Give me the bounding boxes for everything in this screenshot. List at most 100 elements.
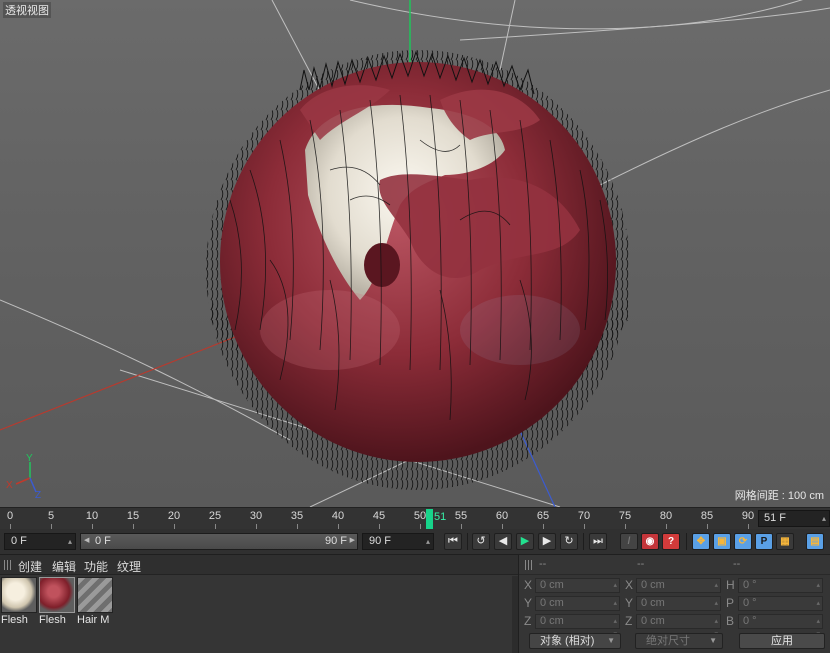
playhead-frame-label: 51 xyxy=(434,511,447,523)
size-header: -- xyxy=(637,558,645,570)
scale-key-button[interactable]: ▣ xyxy=(713,533,731,550)
size-z-field[interactable]: 0 cm▴▾ xyxy=(636,614,721,638)
material-menubar: 创建 编辑 功能 纹理 xyxy=(0,555,518,575)
rot-p-value: 0 ° xyxy=(743,597,757,609)
range-fill xyxy=(81,534,357,549)
pos-x-field[interactable]: 0 cm▴▾ xyxy=(535,578,620,602)
material-name: Hair M xyxy=(77,614,110,626)
rot-b-value: 0 ° xyxy=(743,615,757,627)
rot-b-field[interactable]: 0 °▴▾ xyxy=(738,614,823,638)
timeline-tick-label: 25 xyxy=(208,510,222,522)
axis-gizmo: Y X Z xyxy=(6,453,41,501)
rot-p-label: P xyxy=(726,596,735,610)
timeline-playhead[interactable] xyxy=(426,509,433,529)
pos-z-label: Z xyxy=(524,614,532,628)
rot-h-field[interactable]: 0 °▴▾ xyxy=(738,578,823,602)
range-left-handle-icon[interactable]: ◀ xyxy=(84,536,89,544)
pos-y-value: 0 cm xyxy=(540,597,564,609)
size-x-field[interactable]: 0 cm▴▾ xyxy=(636,578,721,602)
end-frame-value: 90 F xyxy=(369,535,392,547)
size-y-value: 0 cm xyxy=(641,597,665,609)
gizmo-y-label: Y xyxy=(26,453,33,464)
timeline-tick-label: 40 xyxy=(331,510,345,522)
rot-p-field[interactable]: 0 °▴▾ xyxy=(738,596,823,620)
pos-z-value: 0 cm xyxy=(540,615,564,627)
range-end-label: 90 F xyxy=(324,535,347,547)
separator xyxy=(467,533,468,550)
start-frame-value: 0 F xyxy=(11,535,27,547)
separator xyxy=(686,533,687,550)
timeline-tick-label: 5 xyxy=(47,510,55,522)
coord-row-1: X 0 cm▴▾ X 0 cm▴▾ H 0 °▴▾ xyxy=(519,577,830,602)
material-flesh-ivory[interactable]: Flesh xyxy=(1,577,37,626)
size-x-value: 0 cm xyxy=(641,579,665,591)
timeline-tick-label: 35 xyxy=(290,510,304,522)
go-to-end-button[interactable]: ⏭ xyxy=(589,533,607,550)
range-right-handle-icon[interactable]: ▶ xyxy=(350,536,355,544)
end-frame-field[interactable]: 90 F ▴▾ xyxy=(362,533,434,561)
timeline-tick-label: 60 xyxy=(495,510,509,522)
size-y-field[interactable]: 0 cm▴▾ xyxy=(636,596,721,620)
timeline-tick-label: 10 xyxy=(85,510,99,522)
material-swatch xyxy=(1,577,37,613)
coordinate-header: -- -- -- xyxy=(519,555,830,575)
coordinate-mode-value: 对象 (相对) xyxy=(540,635,595,647)
viewport-title: 透视视图 xyxy=(3,2,51,18)
previous-key-button[interactable]: ↺ xyxy=(472,533,490,550)
size-y-label: Y xyxy=(625,596,634,610)
size-mode-select[interactable]: 绝对尺寸 ▼ xyxy=(635,633,723,649)
position-header: -- xyxy=(539,558,547,570)
material-hair[interactable]: Hair M xyxy=(77,577,113,626)
chevron-down-icon: ▼ xyxy=(607,636,615,645)
next-key-button[interactable]: ↻ xyxy=(560,533,578,550)
rot-b-label: B xyxy=(726,614,735,628)
panel-grip-icon[interactable] xyxy=(4,560,12,570)
timeline-tick-label: 30 xyxy=(249,510,263,522)
perspective-viewport[interactable]: Y X Z 透视视图 网格间距 : 100 cm xyxy=(0,0,830,507)
point-level-button[interactable]: ▦ xyxy=(776,533,794,550)
panel-grip-icon[interactable] xyxy=(525,560,533,570)
next-frame-button[interactable]: ▶ xyxy=(538,533,556,550)
material-flesh-red[interactable]: Flesh xyxy=(39,577,75,626)
move-key-button[interactable]: ✥ xyxy=(692,533,710,550)
preview-range-slider[interactable]: ◀ 0 F 90 F ▶ xyxy=(80,533,358,550)
viewport-scene: Y X Z xyxy=(0,0,830,507)
coord-row-3: Z 0 cm▴▾ Z 0 cm▴▾ B 0 °▴▾ xyxy=(519,613,830,638)
material-swatch xyxy=(77,577,113,613)
menu-edit[interactable]: 编辑 xyxy=(52,558,76,575)
material-swatch xyxy=(39,577,75,613)
timeline-tick-label: 75 xyxy=(618,510,632,522)
menu-create[interactable]: 创建 xyxy=(18,558,42,575)
record-active-objects-button[interactable]: ◉ xyxy=(641,533,659,550)
pos-z-field[interactable]: 0 cm▴▾ xyxy=(535,614,620,638)
parameter-key-button[interactable]: P xyxy=(755,533,773,550)
current-frame-field[interactable]: 51 F ▴▾ xyxy=(758,510,830,538)
play-button[interactable]: ▶ xyxy=(516,533,534,550)
grid-spacing-label: 网格间距 : 100 cm xyxy=(734,490,824,502)
timeline-tick-label: 20 xyxy=(167,510,181,522)
previous-frame-button[interactable]: ◀ xyxy=(494,533,512,550)
rotate-key-button[interactable]: ⟳ xyxy=(734,533,752,550)
autokey-button[interactable]: ? xyxy=(662,533,680,550)
keyframe-disabled-button[interactable]: / xyxy=(620,533,638,550)
menu-texture[interactable]: 纹理 xyxy=(117,558,141,575)
chevron-down-icon: ▼ xyxy=(709,636,717,645)
apply-button[interactable]: 应用 xyxy=(739,633,825,649)
material-manager: 创建 编辑 功能 纹理 Flesh Flesh Hair M xyxy=(0,554,518,653)
go-to-start-button[interactable]: ⏮ xyxy=(444,533,462,550)
size-z-value: 0 cm xyxy=(641,615,665,627)
timeline-tick-label: 45 xyxy=(372,510,386,522)
timeline-tick-label: 50 xyxy=(413,510,427,522)
timeline-button[interactable]: ▤ xyxy=(806,533,824,550)
pos-x-value: 0 cm xyxy=(540,579,564,591)
gizmo-z-label: Z xyxy=(35,490,41,501)
timeline-ruler[interactable]: 0 5 10 15 20 25 30 35 40 45 50 55 60 65 70 75 80 85 90 51 … xyxy=(0,507,830,538)
start-frame-field[interactable]: 0 F ▴▾ xyxy=(4,533,76,561)
material-name: Flesh xyxy=(39,614,66,626)
menu-function[interactable]: 功能 xyxy=(84,558,108,575)
separator xyxy=(583,533,584,550)
pos-y-field[interactable]: 0 cm▴▾ xyxy=(535,596,620,620)
coordinate-mode-select[interactable]: 对象 (相对) ▼ xyxy=(529,633,621,649)
size-z-label: Z xyxy=(625,614,633,628)
material-name: Flesh xyxy=(1,614,28,626)
